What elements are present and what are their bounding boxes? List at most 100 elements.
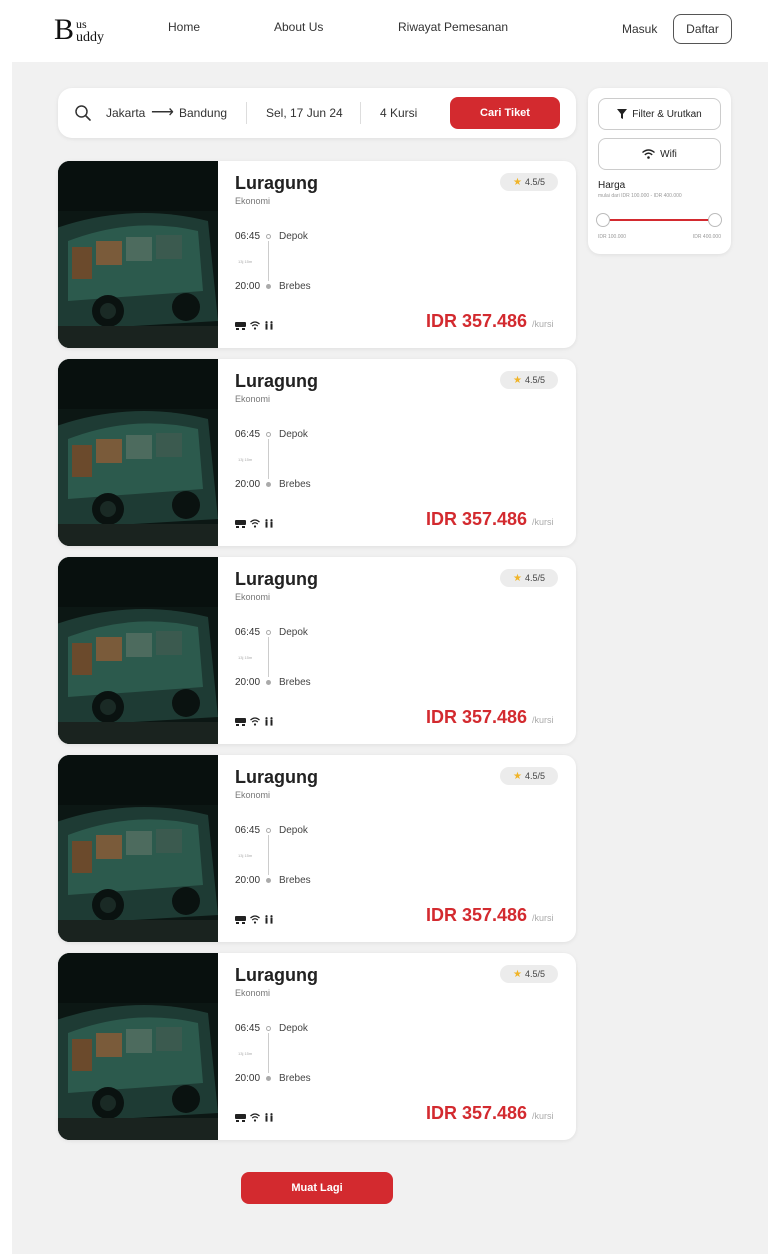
destination-field[interactable]: Bandung (179, 106, 227, 120)
trip-duration: 13j 15m (238, 655, 253, 660)
price-unit: /kursi (532, 715, 554, 725)
ticket-card[interactable]: Luragung Ekonomi ★ 4.5/5 06:45 Depok 13j… (58, 557, 576, 744)
logo[interactable]: B us uddy (54, 10, 134, 50)
arrow-right-icon: ⟶ (151, 104, 174, 121)
bus-image (58, 359, 218, 546)
route-line (268, 1033, 269, 1073)
price-unit: /kursi (532, 319, 554, 329)
route-line (268, 439, 269, 479)
bus-class: Ekonomi (235, 790, 271, 800)
filter-sort-button[interactable]: Filter & Urutkan (598, 98, 721, 130)
bus-icon (235, 520, 246, 528)
trip-duration: 13j 15m (238, 457, 253, 462)
wifi-icon (250, 915, 260, 924)
ticket-price: IDR 357.486 (426, 1103, 528, 1123)
departure-city: Depok (279, 429, 308, 440)
bus-photo (58, 359, 218, 546)
slider-track (602, 219, 716, 221)
bus-name: Luragung (235, 767, 318, 787)
rating-value: 4.5/5 (524, 573, 545, 583)
bus-class: Ekonomi (235, 988, 271, 998)
restroom-icon (265, 519, 273, 528)
filter-panel: Filter & Urutkan Wifi Harga mulai dari I… (588, 88, 731, 254)
bus-class: Ekonomi (235, 592, 271, 602)
star-icon: ★ (513, 572, 522, 584)
price-min-label: IDR 100.000 (598, 234, 627, 240)
departure-dot (266, 828, 271, 833)
bus-photo (58, 755, 218, 942)
star-icon: ★ (513, 968, 522, 980)
departure-dot (266, 234, 271, 239)
date-field[interactable]: Sel, 17 Jun 24 (266, 106, 343, 120)
facility-icons (235, 321, 274, 330)
logo-initial: B (54, 13, 75, 46)
trip-duration: 13j 15m (238, 853, 253, 858)
star-icon: ★ (513, 374, 522, 386)
seat-count-field[interactable]: 4 Kursi (380, 106, 417, 120)
arrival-dot (266, 1076, 271, 1081)
rating-badge: ★ 4.5/5 (500, 371, 558, 389)
wifi-icon (250, 717, 260, 726)
wifi-icon (250, 519, 260, 528)
rating-badge: ★ 4.5/5 (500, 767, 558, 785)
rating-value: 4.5/5 (524, 375, 545, 385)
arrival-dot (266, 878, 271, 883)
departure-time: 06:45 (235, 231, 261, 242)
arrival-dot (266, 284, 271, 289)
arrival-city: Brebes (279, 479, 311, 490)
rating-value: 4.5/5 (524, 177, 545, 187)
load-more-button[interactable]: Muat Lagi (241, 1172, 393, 1204)
departure-time: 06:45 (235, 825, 261, 836)
departure-dot (266, 1026, 271, 1031)
ticket-card[interactable]: Luragung Ekonomi ★ 4.5/5 06:45 Depok 13j… (58, 755, 576, 942)
search-icon[interactable] (74, 104, 92, 122)
restroom-icon (265, 915, 273, 924)
arrival-time: 20:00 (235, 1073, 261, 1084)
ticket-card[interactable]: Luragung Ekonomi ★ 4.5/5 06:45 Depok 13j… (58, 359, 576, 546)
facility-icons (235, 1113, 274, 1122)
departure-time: 06:45 (235, 627, 261, 638)
ticket-card[interactable]: Luragung Ekonomi ★ 4.5/5 06:45 Depok 13j… (58, 161, 576, 348)
rating-badge: ★ 4.5/5 (500, 173, 558, 191)
price-max-label: IDR 400.000 (692, 234, 721, 240)
wifi-icon (250, 1113, 260, 1122)
wifi-filter-button[interactable]: Wifi (598, 138, 721, 170)
nav-riwayat-pemesanan[interactable]: Riwayat Pemesanan (398, 20, 508, 34)
bus-image (58, 557, 218, 744)
nav-about-us[interactable]: About Us (274, 20, 323, 34)
departure-dot (266, 630, 271, 635)
route-line (268, 637, 269, 677)
origin-field[interactable]: Jakarta (106, 106, 145, 120)
ticket-card[interactable]: Luragung Ekonomi ★ 4.5/5 06:45 Depok 13j… (58, 953, 576, 1140)
register-button[interactable]: Daftar (673, 14, 732, 44)
header: B us uddy Home About Us Riwayat Pemesana… (0, 0, 768, 62)
star-icon: ★ (513, 176, 522, 188)
trip-duration: 13j 15m (238, 1051, 253, 1056)
route-line (268, 241, 269, 281)
search-bar: Jakarta ⟶ Bandung Sel, 17 Jun 24 4 Kursi… (58, 88, 576, 138)
slider-min-handle[interactable] (596, 213, 610, 227)
departure-time: 06:45 (235, 1023, 261, 1034)
search-tickets-button[interactable]: Cari Tiket (450, 97, 560, 129)
ticket-price: IDR 357.486 (426, 707, 528, 727)
arrival-city: Brebes (279, 677, 311, 688)
divider (360, 102, 361, 124)
nav-home[interactable]: Home (168, 20, 200, 34)
departure-city: Depok (279, 1023, 308, 1034)
login-link[interactable]: Masuk (622, 22, 657, 36)
price-label: Harga (598, 180, 626, 191)
price-range-slider[interactable] (596, 212, 722, 228)
wifi-filter-label: Wifi (660, 148, 677, 160)
rating-value: 4.5/5 (524, 771, 545, 781)
ticket-price: IDR 357.486 (426, 905, 528, 925)
bus-image (58, 953, 218, 1140)
arrival-city: Brebes (279, 875, 311, 886)
rating-badge: ★ 4.5/5 (500, 569, 558, 587)
bus-image (58, 161, 218, 348)
arrival-dot (266, 482, 271, 487)
ticket-price: IDR 357.486 (426, 311, 528, 331)
star-icon: ★ (513, 770, 522, 782)
filter-icon (617, 109, 628, 119)
wifi-icon (642, 149, 656, 159)
slider-max-handle[interactable] (708, 213, 722, 227)
